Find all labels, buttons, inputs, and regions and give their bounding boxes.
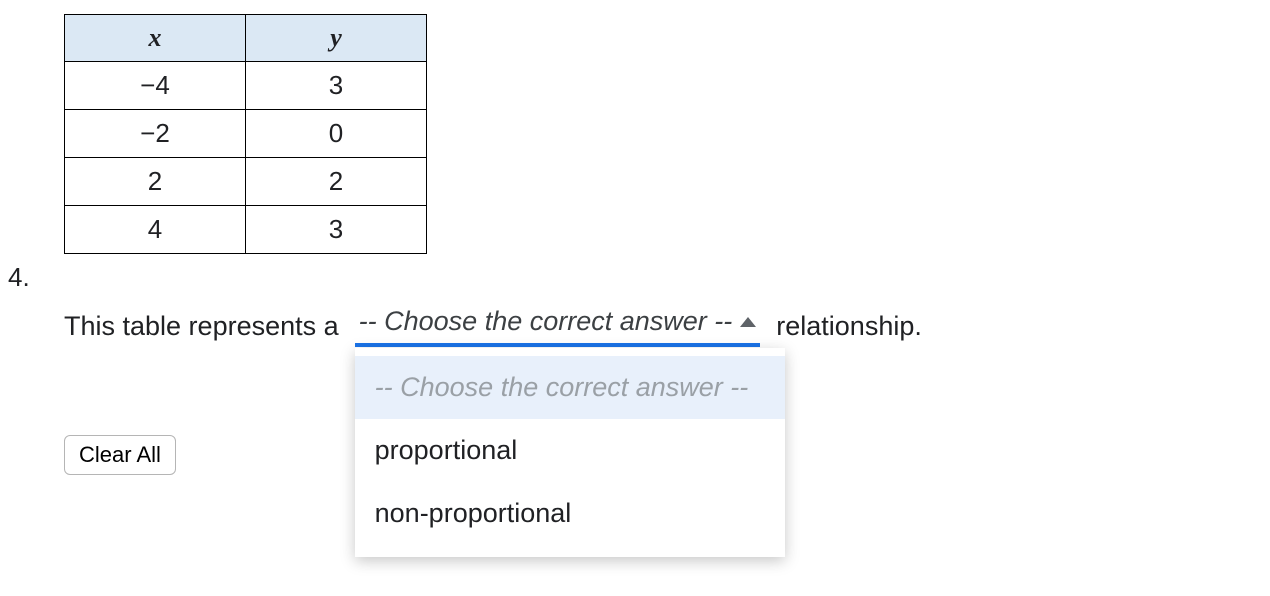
cell-x: 4 (65, 206, 246, 254)
dropdown-option-proportional[interactable]: proportional (355, 419, 785, 482)
dropdown-selected: -- Choose the correct answer -- (359, 306, 733, 337)
sentence: This table represents a -- Choose the co… (64, 306, 1270, 347)
xy-table: x y −4 3 −2 0 2 2 4 3 (64, 14, 427, 254)
table-header-y: y (246, 15, 427, 62)
cell-y: 3 (246, 206, 427, 254)
cell-y: 2 (246, 158, 427, 206)
dropdown-option-non-proportional[interactable]: non-proportional (355, 482, 785, 545)
table-header-x: x (65, 15, 246, 62)
question-number: 4. (8, 262, 30, 293)
cell-y: 3 (246, 62, 427, 110)
question-content: x y −4 3 −2 0 2 2 4 3 (64, 14, 1270, 475)
answer-dropdown[interactable]: -- Choose the correct answer -- -- Choos… (355, 306, 761, 347)
cell-x: −2 (65, 110, 246, 158)
cell-x: −4 (65, 62, 246, 110)
dropdown-option-placeholder[interactable]: -- Choose the correct answer -- (355, 356, 785, 419)
dropdown-menu: -- Choose the correct answer -- proporti… (355, 348, 785, 557)
table-header-row: x y (65, 15, 427, 62)
dropdown-toggle[interactable]: -- Choose the correct answer -- (355, 306, 761, 347)
table-row: −4 3 (65, 62, 427, 110)
sentence-before: This table represents a (64, 311, 339, 342)
table-row: −2 0 (65, 110, 427, 158)
cell-y: 0 (246, 110, 427, 158)
cell-x: 2 (65, 158, 246, 206)
table-row: 2 2 (65, 158, 427, 206)
question: 4. x y −4 3 −2 0 2 2 (0, 0, 1270, 475)
sentence-after: relationship. (776, 311, 922, 342)
table-row: 4 3 (65, 206, 427, 254)
chevron-up-icon (740, 317, 756, 327)
clear-all-button[interactable]: Clear All (64, 435, 176, 475)
